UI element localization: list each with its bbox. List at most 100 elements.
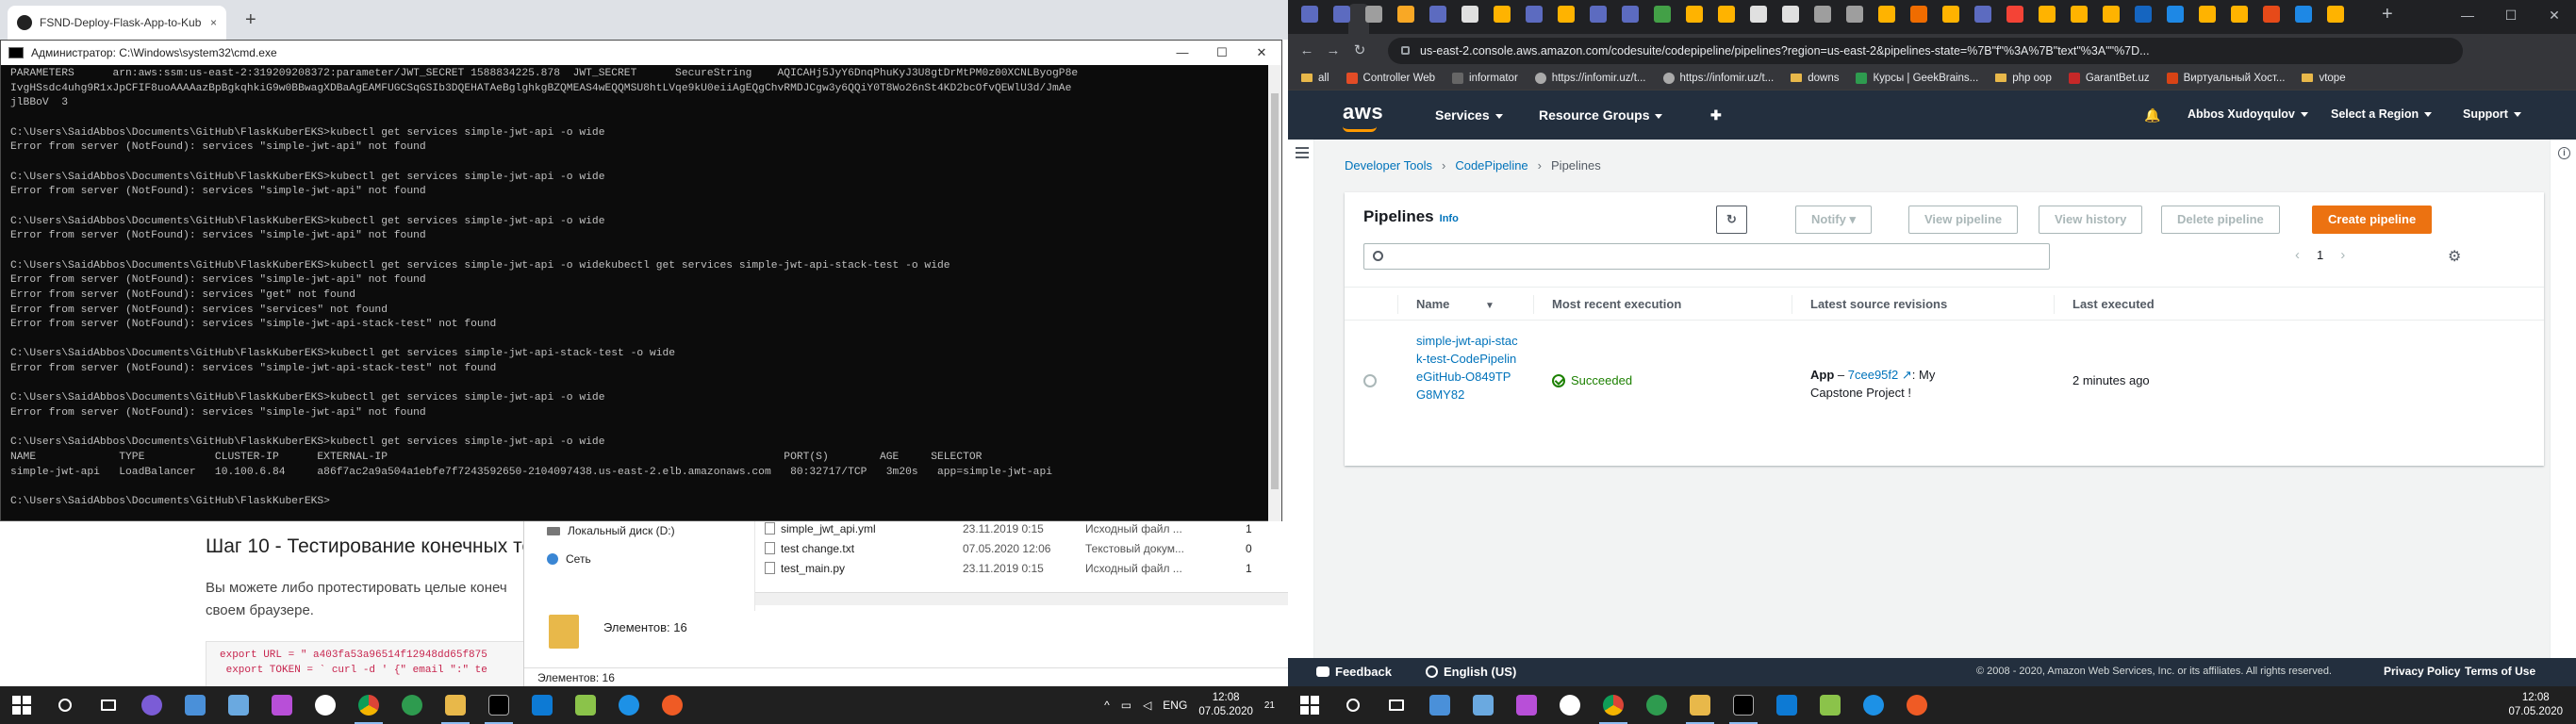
address-bar[interactable]: us-east-2.console.aws.amazon.com/codesui… [1388,38,2463,64]
aws-logo[interactable]: aws [1343,100,1383,124]
pinned-tab-favicon[interactable] [1750,6,1767,23]
maximize-button[interactable]: ☐ [2489,0,2533,30]
volume-icon[interactable]: ◁ [1143,699,1151,712]
pinned-tab-favicon[interactable] [1686,6,1703,23]
hamburger-icon[interactable] [1296,147,1309,161]
taskbar-app[interactable] [434,686,477,724]
pinned-tab-favicon[interactable] [1558,6,1575,23]
taskbar-app[interactable] [304,686,347,724]
pinned-tab-favicon[interactable] [1622,6,1639,23]
feedback-button[interactable]: Feedback [1316,665,1392,679]
chevron-right-icon[interactable]: › [2340,247,2345,263]
reload-icon[interactable]: ↻ [1346,41,1373,58]
taskbar-app[interactable] [1505,686,1548,724]
pinned-tab-favicon[interactable] [1910,6,1927,23]
pinned-tab-favicon[interactable] [2263,6,2280,23]
notification-badge[interactable]: 21 [1264,700,1275,711]
taskbar-app[interactable] [1418,686,1461,724]
taskbar-app[interactable] [1765,686,1808,724]
info-link[interactable]: Info [1440,213,1459,224]
taskbar-app[interactable] [260,686,304,724]
pinned-tab-favicon[interactable] [1461,6,1478,23]
minimize-button[interactable]: — [2446,0,2489,30]
bookmark-item[interactable]: all [1288,73,1338,84]
clock[interactable]: 12:08 07.05.2020 [1198,691,1253,719]
taskbar-app[interactable] [520,686,564,724]
pinned-tab-favicon[interactable] [1718,6,1735,23]
row-radio[interactable] [1363,374,1377,387]
bookmark-item[interactable]: Controller Web [1338,72,1445,84]
pinned-tab-favicon[interactable] [1301,6,1318,23]
pinned-tab-favicon[interactable] [2295,6,2312,23]
new-tab-button[interactable]: + [2382,4,2393,25]
bookmark-item[interactable]: vtope [2293,73,2353,84]
pinned-tab-favicon[interactable] [1942,6,1959,23]
list-item[interactable]: test change.txt 07.05.2020 12:06 Текстов… [765,538,1283,558]
pinned-tab-favicon[interactable] [1429,6,1446,23]
new-tab-button[interactable]: + [245,9,256,31]
search-input[interactable] [1363,243,2050,270]
bookmark-item[interactable]: Виртуальный Хост... [2158,72,2294,84]
pinned-tab-favicon[interactable] [2103,6,2120,23]
pinned-tab-favicon[interactable] [2167,6,2184,23]
pin-icon[interactable]: ✚ [1710,107,1722,123]
task-view-button[interactable] [1375,686,1418,724]
breadcrumb-codepipeline[interactable]: CodePipeline [1455,158,1527,173]
bookmark-item[interactable]: php oop [1987,73,2060,84]
sort-icon[interactable]: ▼ [1485,301,1494,311]
start-button[interactable] [1288,686,1331,724]
task-view-button[interactable] [87,686,130,724]
pinned-tab-favicon[interactable] [1333,6,1350,23]
gear-icon[interactable]: ⚙ [2448,247,2461,266]
services-menu[interactable]: Services [1435,107,1503,123]
maximize-button[interactable]: ☐ [1202,41,1242,65]
chevron-left-icon[interactable]: ‹ [2295,247,2300,263]
terminal-output[interactable]: PARAMETERS arn:aws:ssm:us-east-2:3192092… [1,65,1269,521]
taskbar-app[interactable] [564,686,607,724]
create-pipeline-button[interactable]: Create pipeline [2312,206,2433,234]
bookmark-item[interactable]: informator [1444,72,1527,84]
taskbar-app[interactable] [390,686,434,724]
taskbar-app[interactable] [607,686,651,724]
taskbar-app[interactable] [130,686,173,724]
pinned-tab-favicon[interactable] [1974,6,1991,23]
privacy-link[interactable]: Privacy Policy [2384,665,2460,678]
browser-tab[interactable]: FSND-Deploy-Flask-App-to-Kub × [8,6,226,40]
taskbar-app[interactable] [1635,686,1678,724]
pinned-tab-favicon[interactable] [1494,6,1511,23]
pinned-tab-favicon[interactable] [2199,6,2216,23]
pipeline-name-link[interactable]: simple-jwt-api-stack-test-CodePipelineGi… [1416,332,1520,403]
pinned-tab-favicon[interactable] [1814,6,1831,23]
pinned-tab-favicon[interactable] [2039,6,2056,23]
taskbar-app[interactable] [1895,686,1939,724]
pinned-tab-favicon[interactable] [2327,6,2344,23]
page-number[interactable]: 1 [2317,248,2323,262]
bookmark-item[interactable]: downs [1782,73,1847,84]
taskbar-app[interactable] [1548,686,1592,724]
pinned-tab-favicon[interactable] [2071,6,2088,23]
taskbar-app[interactable] [1678,686,1722,724]
taskbar-app[interactable] [1808,686,1852,724]
chevron-up-icon[interactable]: ^ [1104,699,1110,712]
taskbar-app[interactable] [1852,686,1895,724]
language-indicator[interactable]: ENG [1163,699,1187,712]
resource-groups-menu[interactable]: Resource Groups [1539,107,1663,123]
close-button[interactable]: ✕ [1242,41,1281,65]
breadcrumb-developer-tools[interactable]: Developer Tools [1345,158,1432,173]
list-item[interactable]: simple_jwt_api.yml 23.11.2019 0:15 Исход… [765,518,1283,538]
pinned-tab-favicon[interactable] [1590,6,1607,23]
pinned-tab-favicon[interactable] [1654,6,1671,23]
nav-item-network[interactable]: Сеть [524,545,754,573]
side-nav-toggle[interactable] [1288,140,1314,658]
account-menu[interactable]: Abbos Xudoyqulov [2188,107,2308,121]
column-name[interactable]: Name ▼ [1416,297,1494,311]
view-pipeline-button[interactable]: View pipeline [1908,206,2019,234]
taskbar-app[interactable] [173,686,217,724]
search-button[interactable] [43,686,87,724]
pinned-tab-favicon[interactable] [1782,6,1799,23]
cmd-window[interactable]: Администратор: C:\Windows\system32\cmd.e… [0,40,1282,521]
network-icon[interactable]: ▭ [1121,699,1131,712]
help-panel-toggle[interactable]: i [2550,140,2576,658]
close-button[interactable]: ✕ [2533,0,2576,30]
pinned-tab-favicon[interactable] [1526,6,1543,23]
